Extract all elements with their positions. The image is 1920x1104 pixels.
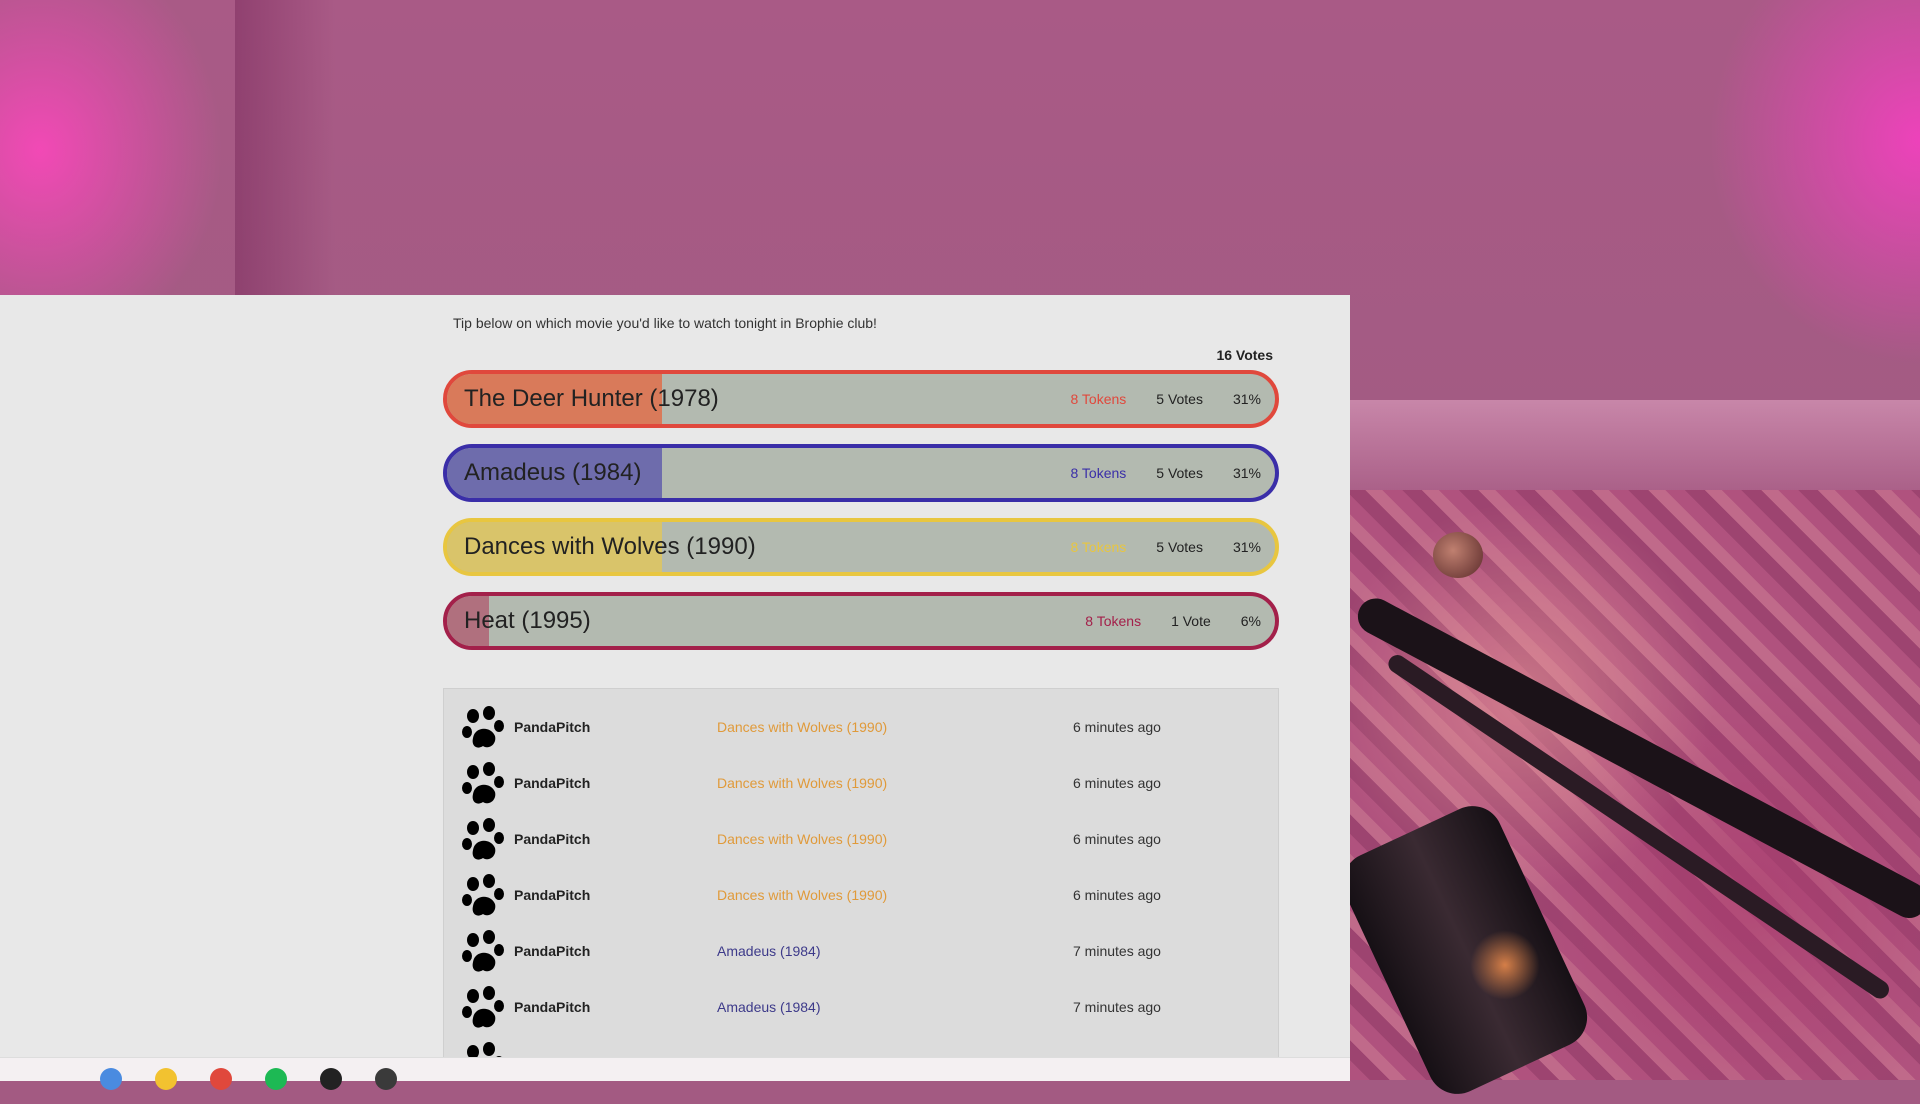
tip-feed-movie: Amadeus (1984) <box>717 999 821 1015</box>
poll-option-votes: 5 Votes <box>1156 465 1203 481</box>
tip-feed-user: PandaPitch <box>514 719 591 735</box>
microphone-light <box>1470 930 1540 1000</box>
poll-option-title: Amadeus (1984) <box>464 459 642 486</box>
tip-feed-row: PandaPitch Dances with Wolves (1990) 6 min… <box>444 757 1278 813</box>
tip-feed-row: PandaPitch Dances with Wolves (1990) 6 min… <box>444 813 1278 869</box>
tip-feed-user: PandaPitch <box>514 831 591 847</box>
poll-option-votes: 5 Votes <box>1156 391 1203 407</box>
spotify-icon[interactable] <box>265 1068 287 1090</box>
tip-feed-user: PandaPitch <box>514 943 591 959</box>
tip-feed-time: 6 minutes ago <box>1073 719 1161 735</box>
paw-icon <box>459 984 507 1032</box>
poll-option-tokens: 8 Tokens <box>1070 391 1127 407</box>
wall-ledge <box>1350 400 1920 490</box>
app-icon[interactable] <box>320 1068 342 1090</box>
poll-total-votes: 16 Votes <box>1216 347 1273 363</box>
poll-option-title: Heat (1995) <box>464 607 591 634</box>
tip-feed-time: 7 minutes ago <box>1073 999 1161 1015</box>
file-explorer-icon[interactable] <box>155 1068 177 1090</box>
taskbar <box>0 1057 1350 1090</box>
poll-panel: Tip below on which movie you'd like to w… <box>0 295 1350 1057</box>
paw-icon <box>459 872 507 920</box>
poll-option[interactable]: Heat (1995) 8 Tokens 1 Vote 6% <box>443 592 1279 650</box>
tip-feed-movie: Dances with Wolves (1990) <box>717 887 888 903</box>
boom-arm-knob <box>1433 532 1483 578</box>
poll-option-percent: 31% <box>1232 465 1261 481</box>
poll-option-stats: 8 Tokens 5 Votes 31% <box>1040 522 1261 572</box>
tip-feed-time: 6 minutes ago <box>1073 831 1161 847</box>
paw-icon <box>459 1040 507 1057</box>
tip-feed-user: PandaPitch <box>514 887 591 903</box>
poll-option-tokens: 8 Tokens <box>1070 539 1127 555</box>
copilot-icon[interactable] <box>100 1068 122 1090</box>
tip-feed-movie: Dances with Wolves (1990) <box>717 831 888 847</box>
wall-shadow <box>235 0 335 295</box>
tip-feed-row: PandaPitch Amadeus (1984) 7 minutes ago <box>444 981 1278 1037</box>
tip-feed-time: 6 minutes ago <box>1073 887 1161 903</box>
tip-feed-user: PandaPitch <box>514 775 591 791</box>
tip-feed-row: PandaPitch Dances with Wolves (1990) 6 min… <box>444 869 1278 925</box>
poll-option-title: The Deer Hunter (1978) <box>464 385 719 412</box>
paw-icon <box>459 816 507 864</box>
tip-feed-movie: Amadeus (1984) <box>717 943 821 959</box>
chrome-icon[interactable] <box>210 1068 232 1090</box>
poll-option-percent: 6% <box>1240 613 1261 629</box>
poll-option[interactable]: Dances with Wolves (1990) 8 Tokens 5 Votes… <box>443 518 1279 576</box>
obs-icon[interactable] <box>375 1068 397 1090</box>
paw-icon <box>459 760 507 808</box>
poll-option-tokens: 8 Tokens <box>1085 613 1142 629</box>
tip-feed-row: PandaPitch Amadeus (1984) 7 minutes ago <box>444 925 1278 981</box>
poll-option-votes: 5 Votes <box>1156 539 1203 555</box>
tip-feed-movie: Dances with Wolves (1990) <box>717 775 888 791</box>
poll-intro-text: Tip below on which movie you'd like to w… <box>453 315 877 331</box>
tip-feed-movie: Dances with Wolves (1990) <box>717 719 888 735</box>
poll-option-stats: 8 Tokens 5 Votes 31% <box>1040 374 1261 424</box>
tip-feed-time: 7 minutes ago <box>1073 943 1161 959</box>
tip-feed-time: 6 minutes ago <box>1073 775 1161 791</box>
paw-icon <box>459 704 507 752</box>
poll-option-votes: 1 Vote <box>1171 613 1211 629</box>
poll-option-stats: 8 Tokens 5 Votes 31% <box>1040 448 1261 498</box>
poll-option-percent: 31% <box>1232 539 1261 555</box>
paw-icon <box>459 928 507 976</box>
poll-option-stats: 8 Tokens 1 Vote 6% <box>1055 596 1261 646</box>
poll-option-tokens: 8 Tokens <box>1070 465 1127 481</box>
tip-feed: PandaPitch Dances with Wolves (1990) 6 min… <box>443 688 1279 1057</box>
poll-option-percent: 31% <box>1232 391 1261 407</box>
tip-feed-row: PandaPitch Dances with Wolves (1990) 6 min… <box>444 701 1278 757</box>
poll-option-title: Dances with Wolves (1990) <box>464 533 756 560</box>
tip-feed-user: PandaPitch <box>514 999 591 1015</box>
poll-option[interactable]: Amadeus (1984) 8 Tokens 5 Votes 31% <box>443 444 1279 502</box>
poll-option[interactable]: The Deer Hunter (1978) 8 Tokens 5 Votes 31% <box>443 370 1279 428</box>
